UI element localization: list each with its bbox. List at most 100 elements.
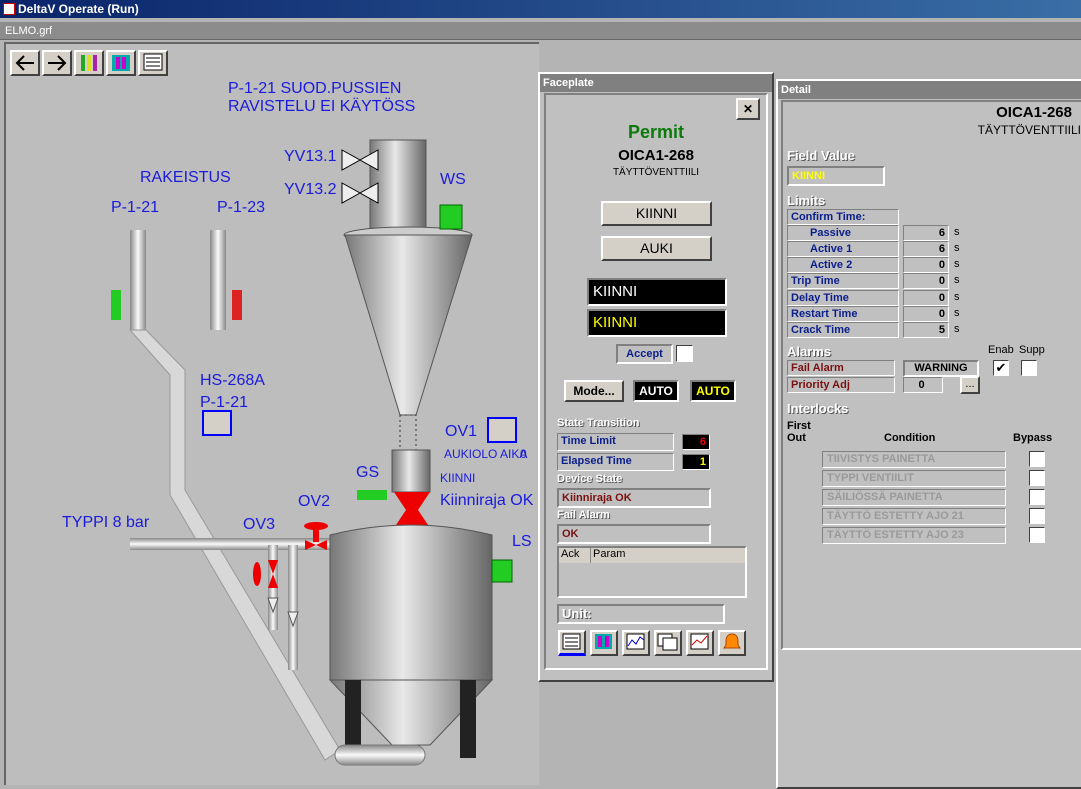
bypass-checkbox[interactable] [1029, 470, 1045, 486]
label-ws: WS [440, 171, 466, 188]
restart-time-value: 0 [903, 306, 949, 322]
label-ov2: OV2 [298, 493, 331, 510]
fail-alarm-header: Fail Alarm [557, 509, 610, 521]
delay-time-value: 0 [903, 290, 949, 306]
process-drawing [111, 139, 513, 766]
fail-alarm-label: Fail Alarm [787, 360, 895, 376]
device-state-header: Device State [557, 473, 623, 485]
interlocks-header: Interlocks [787, 401, 849, 416]
accept-checkbox[interactable] [676, 345, 693, 362]
detail-icon[interactable] [558, 630, 586, 656]
trip-time-value: 0 [903, 273, 949, 289]
enable-checkbox[interactable]: ✔ [993, 360, 1009, 376]
active1-label: Active 1 [787, 241, 899, 257]
label-typpi: TYPPI 8 bar [62, 514, 150, 531]
label-kiinni: KIINNI [440, 471, 476, 485]
condition-header: Condition [884, 432, 936, 444]
alarm-icon[interactable] [718, 630, 746, 656]
priority-more-button[interactable]: ... [960, 376, 980, 394]
bypass-checkbox[interactable] [1029, 508, 1045, 524]
label-p123: P-1-23 [217, 199, 266, 216]
passive-value: 6 [903, 225, 949, 241]
ov1-button[interactable] [487, 417, 517, 443]
interlock-condition: TIIVISTYS PAINETTA [822, 451, 1006, 468]
restart-time-unit: s [954, 307, 960, 319]
label-gs: GS [356, 464, 380, 481]
field-value-header: Field Value [787, 148, 855, 163]
interlock-condition: TYPPI VENTIILIT [822, 470, 1006, 487]
history-icon[interactable] [686, 630, 714, 656]
detail-tag: OICA1-268 [996, 104, 1072, 121]
label-hs268a: HS-268A [200, 372, 265, 389]
state-transition-header: State Transition [557, 417, 640, 429]
crack-time-unit: s [954, 323, 960, 335]
active1-unit: s [954, 242, 960, 254]
faceplate-title: Faceplate [540, 74, 772, 92]
priority-adj-value: 0 [903, 377, 943, 393]
close-valve-button[interactable]: KIINNI [601, 201, 712, 226]
trip-time-unit: s [954, 274, 960, 286]
crack-time-label: Crack Time [787, 322, 899, 338]
mode-target: AUTO [690, 380, 736, 402]
diagnostics-icon[interactable] [654, 630, 682, 656]
out-label: Out [787, 432, 806, 444]
trend-icon[interactable] [622, 630, 650, 656]
label-kiinniraja: Kiinniraja OK [440, 492, 534, 509]
delay-time-unit: s [954, 291, 960, 303]
hs268a-button[interactable] [202, 410, 232, 436]
active2-label: Active 2 [787, 257, 899, 273]
pipe-p123 [210, 230, 226, 330]
faceplate-icon[interactable] [590, 630, 618, 656]
label-ov3: OV3 [243, 516, 276, 533]
aukiolo-value: 0 [520, 447, 527, 461]
label-ls: LS [512, 533, 532, 550]
fail-alarm-value: OK [557, 524, 711, 544]
trip-time-label: Trip Time [787, 273, 899, 289]
faceplate-desc: TÄYTTÖVENTTIILI [612, 167, 700, 178]
faceplate-tag: OICA1-268 [618, 147, 694, 164]
time-limit-value: 6 [682, 434, 710, 450]
detail-desc: TÄYTTÖVENTTIILI [977, 123, 1081, 137]
suppress-checkbox[interactable] [1021, 360, 1037, 376]
interlock-condition: TÄYTTÖ ESTETTY AJO 23 [822, 527, 1006, 544]
alarm-priority: WARNING [903, 360, 979, 377]
label-ov1: OV1 [445, 423, 478, 440]
passive-label: Passive [787, 225, 899, 241]
open-valve-button[interactable]: AUKI [601, 236, 712, 261]
bypass-header: Bypass [1013, 432, 1053, 444]
confirm-time-label: Confirm Time: [787, 209, 899, 225]
interlock-condition: TÄYTTÖ ESTETTY AJO 21 [822, 508, 1006, 525]
delay-time-label: Delay Time [787, 290, 899, 306]
active2-value: 0 [903, 257, 949, 273]
label-p121: P-1-21 [111, 199, 160, 216]
time-limit-label: Time Limit [557, 433, 674, 451]
label-yv132: YV13.2 [284, 181, 337, 198]
interlock-condition: SÄILIÖSSÄ PAINETTA [822, 489, 1006, 506]
mode-button[interactable]: Mode... [564, 380, 624, 402]
pipe-p121 [130, 230, 146, 330]
param-column-header[interactable]: Param [591, 548, 745, 563]
label-aukiolo: AUKIOLO AIKA [444, 447, 528, 461]
valve-yv131 [341, 149, 379, 171]
supp-label: Supp [1019, 344, 1045, 356]
bypass-checkbox[interactable] [1029, 527, 1045, 543]
bypass-checkbox[interactable] [1029, 489, 1045, 505]
device-state-value: Kiinniraja OK [557, 488, 711, 508]
limits-header: Limits [787, 193, 826, 208]
elapsed-time-label: Elapsed Time [557, 453, 674, 471]
sp-display: KIINNI [587, 309, 727, 337]
enab-label: Enab [988, 344, 1014, 356]
restart-time-label: Restart Time [787, 306, 899, 322]
ack-column-header[interactable]: Ack [559, 548, 591, 563]
label-rakeistus: RAKEISTUS [140, 169, 231, 186]
unit-field: Unit: [557, 604, 725, 624]
priority-adj-label: Priority Adj [787, 377, 895, 393]
active1-value: 6 [903, 241, 949, 257]
first-label: First [787, 420, 811, 432]
accept-label: Accept [616, 344, 673, 364]
bypass-checkbox[interactable] [1029, 451, 1045, 467]
mode-actual: AUTO [633, 380, 679, 402]
header-line2: RAVISTELU EI KÄYTÖSS [228, 98, 416, 115]
elapsed-time-value: 1 [682, 454, 710, 470]
passive-unit: s [954, 226, 960, 238]
